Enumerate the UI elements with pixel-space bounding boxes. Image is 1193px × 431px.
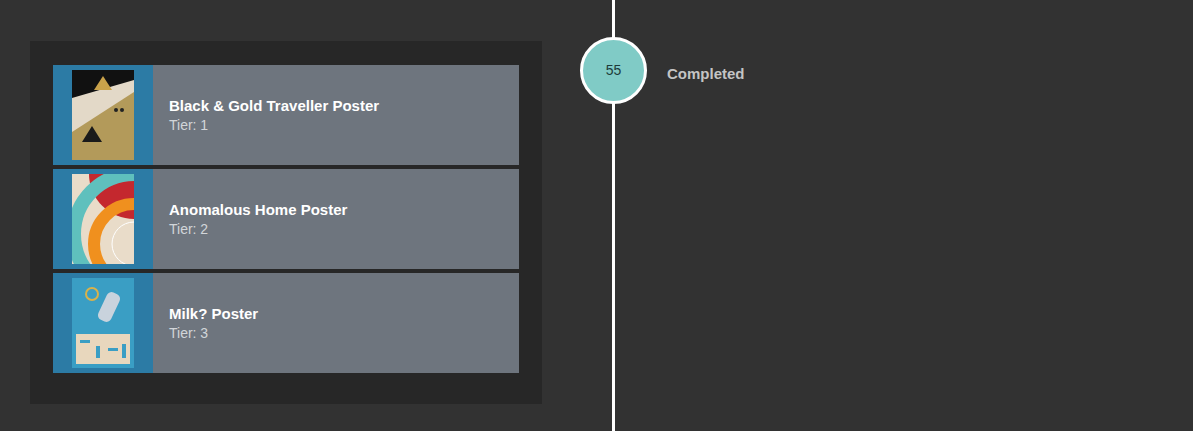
reward-tier: Tier: 1 [169, 116, 379, 134]
poster-icon [53, 65, 153, 165]
reward-name: Milk? Poster [169, 304, 258, 324]
poster-icon [53, 169, 153, 269]
reward-tier: Tier: 3 [169, 324, 258, 342]
timeline-line: 55 [612, 0, 615, 431]
poster-icon [53, 273, 153, 373]
reward-text: Anomalous Home PosterTier: 2 [153, 192, 363, 246]
reward-row[interactable]: Milk? PosterTier: 3 [53, 273, 519, 373]
reward-row[interactable]: Black & Gold Traveller PosterTier: 1 [53, 65, 519, 165]
reward-text: Milk? PosterTier: 3 [153, 296, 274, 350]
level-number: 55 [606, 60, 622, 81]
reward-text: Black & Gold Traveller PosterTier: 1 [153, 88, 395, 142]
reward-row[interactable]: Anomalous Home PosterTier: 2 [53, 169, 519, 269]
reward-tier: Tier: 2 [169, 220, 347, 238]
reward-name: Black & Gold Traveller Poster [169, 96, 379, 116]
reward-list: Black & Gold Traveller PosterTier: 1 Anom… [30, 41, 542, 404]
level-status: Completed [667, 0, 745, 431]
reward-name: Anomalous Home Poster [169, 200, 347, 220]
level-circle: 55 [580, 37, 647, 104]
